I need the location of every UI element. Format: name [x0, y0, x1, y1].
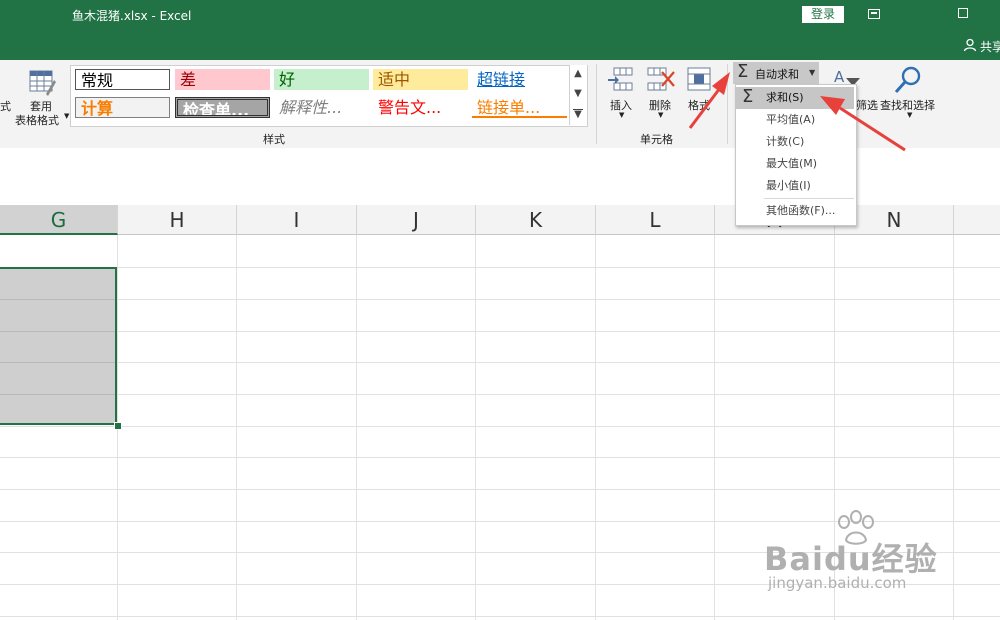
red-arrow-icon: [820, 96, 906, 152]
red-arrow-icon: [688, 72, 730, 129]
watermark-url: jingyan.baidu.com: [768, 574, 907, 592]
